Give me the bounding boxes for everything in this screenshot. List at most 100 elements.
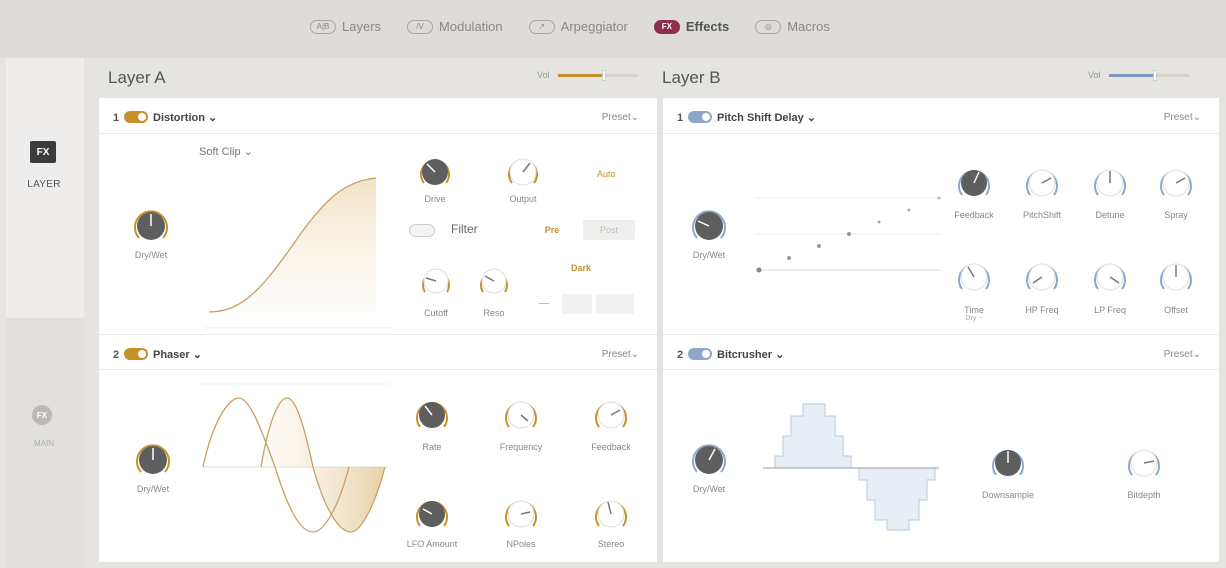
time-knob[interactable]: [955, 258, 993, 296]
layer-a-vol-slider[interactable]: [557, 69, 638, 81]
lfo-amount-knob[interactable]: [413, 495, 451, 533]
main-fx-button[interactable]: FX: [32, 405, 52, 425]
slot-enable-toggle[interactable]: [688, 111, 712, 123]
bitdepth-label: Bitdepth: [1127, 490, 1161, 500]
layer-b-slot2-header: 2 Bitcrusher ⌄ Preset⌄: [663, 334, 1219, 370]
rate-knob[interactable]: [413, 396, 451, 434]
slot-number: 2: [113, 349, 120, 361]
layer-a-volume: Vol: [537, 69, 638, 81]
offset-label: Offset: [1164, 305, 1188, 315]
drive-knob[interactable]: [417, 154, 453, 190]
cutoff-knob[interactable]: [419, 264, 453, 298]
modulation-icon: /V: [407, 19, 434, 34]
preset-label: Preset: [601, 349, 631, 360]
lfo-amount-label: LFO Amount: [406, 539, 458, 549]
effect-selector[interactable]: Distortion ⌄: [153, 111, 217, 124]
slot-enable-toggle[interactable]: [124, 111, 148, 123]
delay-tap-4: [847, 232, 851, 236]
layer-a-vol-fill: [557, 73, 604, 77]
offset-knob[interactable]: [1157, 258, 1195, 296]
delay-tap-6: [907, 208, 911, 212]
layer-fx-button[interactable]: FX: [30, 141, 56, 163]
nav-modulation[interactable]: /V Modulation: [407, 19, 503, 34]
filter-type-button-1[interactable]: [562, 294, 592, 314]
nav-effects[interactable]: FX Effects: [653, 19, 729, 34]
stereo-knob[interactable]: [592, 495, 630, 533]
effects-icon: FX: [653, 19, 680, 34]
preset-selector[interactable]: Preset⌄: [602, 349, 639, 360]
hp-freq-knob[interactable]: [1023, 258, 1061, 296]
feedback-knob[interactable]: [592, 396, 630, 434]
spray-knob[interactable]: [1157, 164, 1195, 202]
effect-selector[interactable]: Pitch Shift Delay ⌄: [717, 111, 816, 124]
slot-enable-toggle[interactable]: [124, 348, 148, 360]
delay-tap-3: [817, 244, 821, 248]
frequency-knob[interactable]: [502, 396, 540, 434]
lp-freq-knob[interactable]: [1091, 258, 1129, 296]
npoles-label: NPoles: [506, 539, 536, 549]
effect-name: Phaser: [153, 349, 190, 361]
layer-a-title: Layer A: [108, 68, 166, 87]
layer-a-vol-thumb[interactable]: [601, 69, 606, 81]
downsample-knob[interactable]: [989, 444, 1027, 482]
filter-type-button-2[interactable]: [596, 294, 634, 314]
filter-label: Filter: [451, 222, 478, 236]
layer-a-vol-label: Vol: [537, 70, 550, 80]
slot-enable-toggle[interactable]: [688, 348, 712, 360]
delay-tap-7: [937, 196, 941, 200]
distortion-mode-selector[interactable]: Soft Clip ⌄: [199, 145, 253, 158]
layer-b-panel: 1 Pitch Shift Delay ⌄ Preset⌄ Dry/Wet Fe…: [662, 97, 1220, 563]
psd-dry-wet-knob[interactable]: [689, 206, 729, 246]
drive-label: Drive: [424, 194, 446, 204]
psd-dry-wet-label: Dry/Wet: [692, 250, 726, 260]
auto-button[interactable]: Auto: [597, 169, 616, 179]
layer-b-vol-label: Vol: [1088, 70, 1101, 80]
dry-wet-label: Dry/Wet: [134, 250, 168, 260]
filter-toggle[interactable]: [409, 224, 435, 237]
slot-number: 1: [677, 112, 684, 124]
psd-feedback-knob[interactable]: [955, 164, 993, 202]
wave-fill: [261, 398, 385, 532]
layer-b-volume: Vol: [1088, 69, 1189, 81]
chevron-down-icon: ⌄: [1192, 349, 1201, 360]
chevron-down-icon: ⌄: [1192, 112, 1201, 123]
delay-tap-5: [877, 220, 881, 224]
bitcrusher-wave: [767, 403, 936, 531]
preset-label: Preset: [1163, 112, 1193, 123]
filter-post-button[interactable]: Post: [583, 220, 635, 240]
phaser-dry-wet-label: Dry/Wet: [136, 484, 170, 494]
layers-icon: A|B: [310, 19, 336, 34]
preset-label: Preset: [1163, 349, 1193, 360]
preset-selector[interactable]: Preset⌄: [1164, 112, 1201, 123]
reso-knob[interactable]: [477, 264, 511, 298]
time-sync-selector[interactable]: Dry ~: [934, 315, 1014, 322]
phaser-dry-wet-knob[interactable]: [133, 440, 173, 480]
layer-a-panel: 1 Distortion ⌄ Preset⌄ Soft Clip ⌄ Dry/W…: [98, 97, 658, 563]
effect-selector[interactable]: Phaser ⌄: [153, 348, 202, 361]
layer-b-vol-slider[interactable]: [1108, 69, 1189, 81]
effect-selector[interactable]: Bitcrusher ⌄: [717, 348, 784, 361]
bitdepth-knob[interactable]: [1125, 444, 1163, 482]
distortion-curve-display: [204, 177, 392, 329]
preset-label: Preset: [601, 112, 631, 123]
layer-b-vol-thumb[interactable]: [1152, 69, 1157, 81]
bitcrusher-dry-wet-knob[interactable]: [689, 440, 729, 480]
npoles-knob[interactable]: [502, 495, 540, 533]
dark-label: Dark: [571, 263, 592, 273]
filter-pre-button[interactable]: Pre: [527, 220, 577, 240]
detune-knob[interactable]: [1091, 164, 1129, 202]
nav-layers[interactable]: A|B Layers: [310, 19, 381, 34]
pitchshift-knob[interactable]: [1023, 164, 1061, 202]
chevron-down-icon: ⌄: [775, 349, 785, 361]
preset-selector[interactable]: Preset⌄: [1164, 349, 1201, 360]
main-nav: A|B Layers /V Modulation ↗ Arpeggiator F…: [310, 19, 830, 34]
output-knob[interactable]: [505, 154, 541, 190]
nav-arpeggiator-label: Arpeggiator: [560, 19, 628, 34]
feedback-label: Feedback: [591, 442, 631, 452]
nav-macros[interactable]: ◎ Macros: [755, 19, 830, 34]
layer-a-slot1-header: 1 Distortion ⌄ Preset⌄: [99, 98, 657, 134]
frequency-label: Frequency: [499, 442, 543, 452]
preset-selector[interactable]: Preset⌄: [602, 112, 639, 123]
dry-wet-knob[interactable]: [131, 206, 171, 246]
nav-arpeggiator[interactable]: ↗ Arpeggiator: [528, 19, 628, 34]
